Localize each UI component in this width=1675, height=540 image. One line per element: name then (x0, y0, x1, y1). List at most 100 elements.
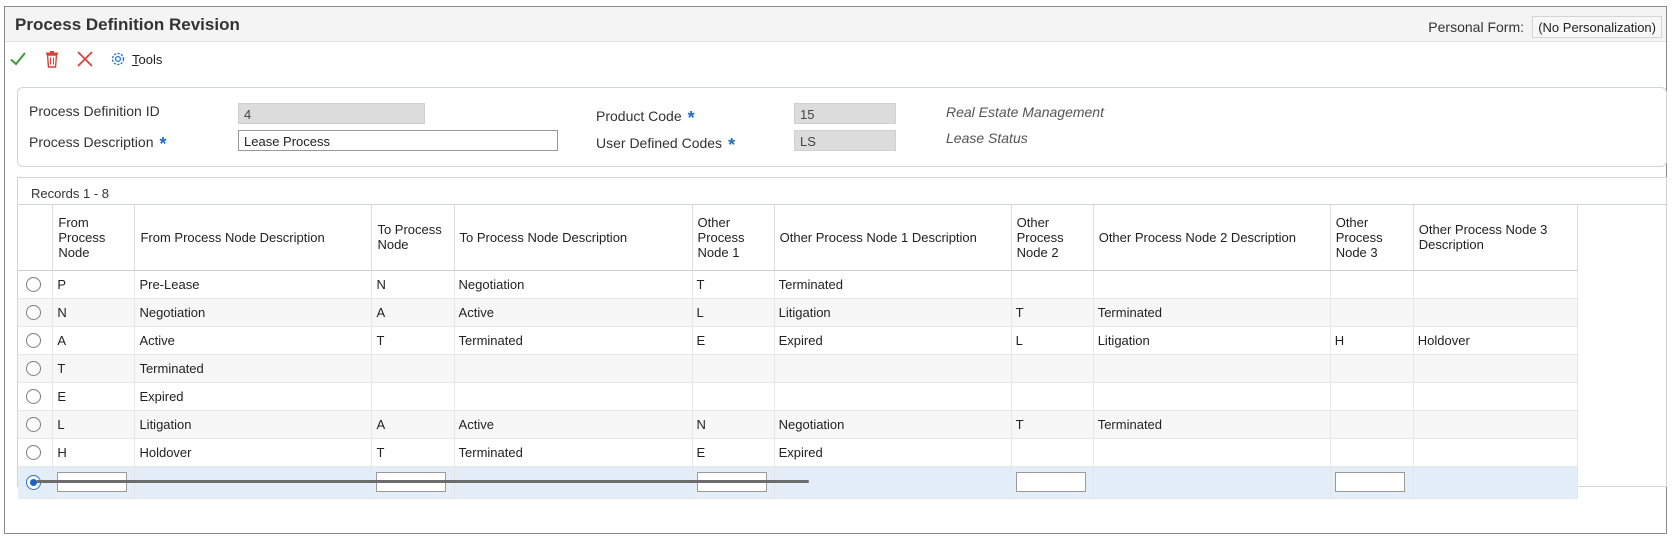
table-cell (1413, 438, 1579, 467)
table-cell (1093, 466, 1331, 499)
table-cell: T (1011, 298, 1094, 327)
horizontal-scrollbar[interactable] (36, 480, 809, 483)
process-node-grid: From Process Node From Process Node Desc… (18, 205, 1579, 499)
column-header[interactable]: Other Process Node 1 (692, 205, 775, 271)
row-select-radio[interactable] (26, 361, 41, 377)
table-cell (774, 466, 1012, 499)
row-select-cell (18, 298, 54, 327)
table-cell: Active (454, 410, 693, 439)
table-cell (1413, 298, 1579, 327)
table-cell: T (1011, 410, 1094, 439)
new-node-input[interactable] (1334, 472, 1405, 492)
records-count: Records 1 - 8 (31, 186, 110, 201)
table-cell: E (52, 382, 136, 411)
column-header[interactable]: Other Process Node 3 (1330, 205, 1414, 271)
table-cell (1413, 270, 1579, 299)
table-cell: Terminated (1093, 410, 1331, 439)
table-cell (371, 382, 455, 411)
header-panel: Process Definition ID 4 Process Descript… (17, 87, 1667, 167)
table-cell: Expired (774, 438, 1012, 467)
table-cell (1011, 270, 1094, 299)
page-title: Process Definition Revision (15, 15, 240, 34)
row-select-radio[interactable] (26, 333, 41, 349)
table-cell: T (371, 326, 455, 355)
table-cell (1093, 438, 1331, 467)
product-code-label: Product Code * (596, 108, 695, 128)
toolbar: Tools (5, 43, 1666, 77)
user-defined-codes-field: LS (794, 130, 896, 151)
user-defined-codes-label: User Defined Codes * (596, 135, 736, 155)
ok-button[interactable] (9, 48, 27, 70)
table-cell: A (371, 410, 455, 439)
table-cell: Active (454, 298, 693, 327)
table-cell: T (371, 438, 455, 467)
grid-header-row: From Process Node From Process Node Desc… (18, 205, 1579, 271)
row-select-cell (18, 270, 54, 299)
product-code-description: Real Estate Management (946, 104, 1104, 120)
table-cell (1330, 354, 1414, 383)
table-row[interactable]: N Negotiation A Active L Litigation T Terminate… (18, 298, 1579, 327)
tools-button[interactable]: Tools (109, 48, 162, 70)
table-cell: E (692, 326, 775, 355)
column-header[interactable]: To Process Node (371, 205, 455, 271)
column-header[interactable]: Other Process Node 3 Description (1413, 205, 1579, 271)
table-cell: Terminated (1093, 298, 1331, 327)
table-cell (1330, 270, 1414, 299)
table-cell: Terminated (774, 270, 1012, 299)
table-cell: Holdover (1413, 326, 1579, 355)
row-select-radio[interactable] (26, 417, 41, 433)
table-cell: Negotiation (134, 298, 373, 327)
new-node-input[interactable] (1015, 472, 1086, 492)
table-row[interactable]: P Pre-Lease N Negotiation T Terminated (18, 270, 1579, 299)
column-header[interactable]: Other Process Node 1 Description (774, 205, 1012, 271)
table-cell: N (692, 410, 775, 439)
table-cell: L (52, 410, 136, 439)
row-select-cell (18, 326, 54, 355)
table-row[interactable]: H Holdover T Terminated E Expired (18, 438, 1579, 467)
process-definition-revision-window: Process Definition Revision Personal For… (4, 6, 1667, 534)
row-select-radio[interactable] (26, 305, 41, 321)
table-cell (1413, 354, 1579, 383)
table-cell: Litigation (1093, 326, 1331, 355)
table-row[interactable]: T Terminated (18, 354, 1579, 383)
table-cell (1413, 410, 1579, 439)
column-header[interactable]: To Process Node Description (454, 205, 693, 271)
process-description-input[interactable]: Lease Process (238, 130, 558, 151)
row-select-radio[interactable] (26, 277, 41, 293)
column-header[interactable]: Other Process Node 2 (1011, 205, 1094, 271)
table-cell (1330, 382, 1414, 411)
personal-form-select[interactable]: (No Personalization) (1532, 16, 1662, 38)
table-cell (1011, 382, 1094, 411)
process-definition-id-label: Process Definition ID (29, 103, 160, 119)
user-defined-codes-description: Lease Status (946, 130, 1028, 146)
column-header[interactable]: From Process Node (52, 205, 136, 271)
table-row[interactable]: L Litigation A Active N Negotiation T Terminate… (18, 410, 1579, 439)
table-cell: H (52, 438, 136, 467)
delete-button[interactable] (43, 48, 61, 70)
table-cell: Litigation (134, 410, 373, 439)
table-cell: A (371, 298, 455, 327)
product-code-field: 15 (794, 103, 896, 124)
required-marker: * (728, 135, 736, 155)
column-header[interactable]: From Process Node Description (134, 205, 373, 271)
cancel-button[interactable] (76, 48, 94, 70)
row-select-cell (18, 382, 54, 411)
required-marker: * (159, 134, 167, 154)
table-row[interactable]: E Expired (18, 382, 1579, 411)
table-cell: Pre-Lease (134, 270, 373, 299)
table-cell: Negotiation (774, 410, 1012, 439)
table-cell: H (1330, 326, 1414, 355)
row-select-radio[interactable] (26, 445, 41, 461)
table-cell (692, 354, 775, 383)
table-cell: A (52, 326, 136, 355)
table-row[interactable]: A Active T Terminated E Expired L Litigation H Ho… (18, 326, 1579, 355)
table-cell: E (692, 438, 775, 467)
checkmark-icon (10, 52, 26, 66)
table-cell (1330, 466, 1414, 499)
table-cell (1413, 382, 1579, 411)
column-header[interactable]: Other Process Node 2 Description (1093, 205, 1331, 271)
row-select-cell (18, 410, 54, 439)
table-cell: Expired (774, 326, 1012, 355)
table-cell (1011, 354, 1094, 383)
row-select-radio[interactable] (26, 389, 41, 405)
